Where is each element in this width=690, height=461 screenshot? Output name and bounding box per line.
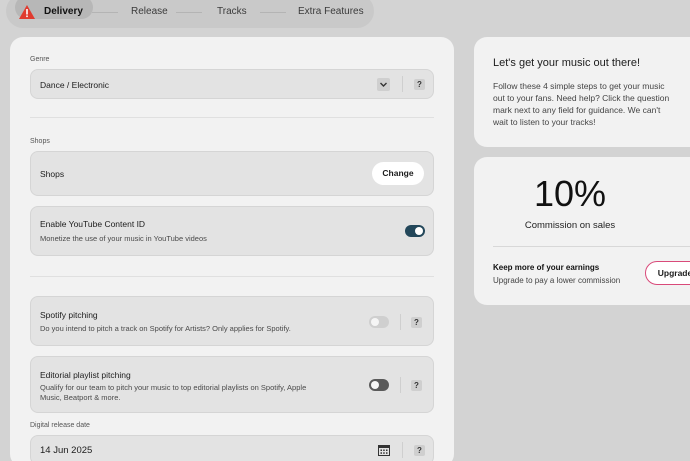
shops-section-label: Shops: [30, 138, 50, 145]
delivery-form-panel: Genre Dance / Electronic ? Shops Shops C…: [10, 37, 454, 461]
editorial-pitching-box: Editorial playlist pitching Qualify for …: [30, 356, 434, 413]
divider: [400, 377, 401, 393]
step-connector: [92, 12, 118, 13]
spotify-pitching-toggle[interactable]: [369, 316, 389, 328]
step-tracks[interactable]: Tracks: [217, 6, 247, 17]
promo-title: Keep more of your earnings: [493, 263, 600, 272]
release-date-input[interactable]: 14 Jun 2025 ?: [30, 435, 434, 461]
youtube-content-id-toggle[interactable]: [405, 225, 425, 237]
card-divider: [493, 246, 690, 247]
youtube-title: Enable YouTube Content ID: [40, 219, 146, 229]
spotify-pitching-box: Spotify pitching Do you intend to pitch …: [30, 296, 434, 346]
youtube-subtitle: Monetize the use of your music in YouTub…: [40, 234, 207, 243]
change-shops-button[interactable]: Change: [372, 162, 424, 185]
help-icon[interactable]: ?: [411, 380, 422, 391]
section-divider: [30, 117, 434, 118]
editorial-subtitle-line1: Qualify for our team to pitch your music…: [40, 383, 307, 392]
shops-box: Shops Change: [30, 151, 434, 196]
commission-card: 10% Commission on sales Keep more of you…: [474, 157, 690, 305]
step-extra-features[interactable]: Extra Features: [298, 6, 364, 17]
editorial-subtitle-line2: Music, Beatport & more.: [40, 393, 121, 402]
step-connector: [260, 12, 286, 13]
release-date-label: Digital release date: [30, 422, 90, 429]
help-icon[interactable]: ?: [411, 317, 422, 328]
info-card: Let's get your music out there! Follow t…: [474, 37, 690, 147]
section-divider: [30, 276, 434, 277]
calendar-icon[interactable]: [378, 444, 390, 456]
genre-value: Dance / Electronic: [40, 80, 109, 90]
commission-percent: 10%: [533, 173, 607, 214]
info-card-line: Follow these 4 simple steps to get your …: [493, 81, 665, 91]
info-card-line: out to your fans. Need help? Click the q…: [493, 93, 670, 103]
genre-select[interactable]: Dance / Electronic ?: [30, 69, 434, 99]
help-icon[interactable]: ?: [414, 445, 425, 456]
info-card-title: Let's get your music out there!: [493, 57, 641, 69]
spotify-title: Spotify pitching: [40, 310, 98, 320]
help-icon[interactable]: ?: [414, 79, 425, 90]
commission-caption: Commission on sales: [524, 220, 616, 231]
upgrade-button[interactable]: Upgrade: [645, 261, 690, 285]
genre-label: Genre: [30, 56, 50, 63]
info-card-line: mark next to any field for guidance. We …: [493, 105, 661, 115]
info-card-line: wait to listen to your tracks!: [493, 117, 596, 127]
editorial-title: Editorial playlist pitching: [40, 370, 131, 380]
promo-subtitle: Upgrade to pay a lower commission: [493, 276, 621, 285]
step-delivery[interactable]: Delivery: [44, 6, 83, 17]
warning-icon: [19, 5, 35, 19]
youtube-content-id-box: Enable YouTube Content ID Monetize the u…: [30, 206, 434, 256]
shops-title: Shops: [40, 169, 65, 179]
step-release[interactable]: Release: [131, 6, 168, 17]
divider: [402, 442, 403, 458]
step-connector: [176, 12, 202, 13]
editorial-pitching-toggle[interactable]: [369, 379, 389, 391]
spotify-subtitle: Do you intend to pitch a track on Spotif…: [40, 324, 291, 333]
release-date-value: 14 Jun 2025: [40, 445, 93, 456]
divider: [402, 76, 403, 92]
divider: [400, 314, 401, 330]
chevron-down-icon[interactable]: [377, 78, 390, 91]
